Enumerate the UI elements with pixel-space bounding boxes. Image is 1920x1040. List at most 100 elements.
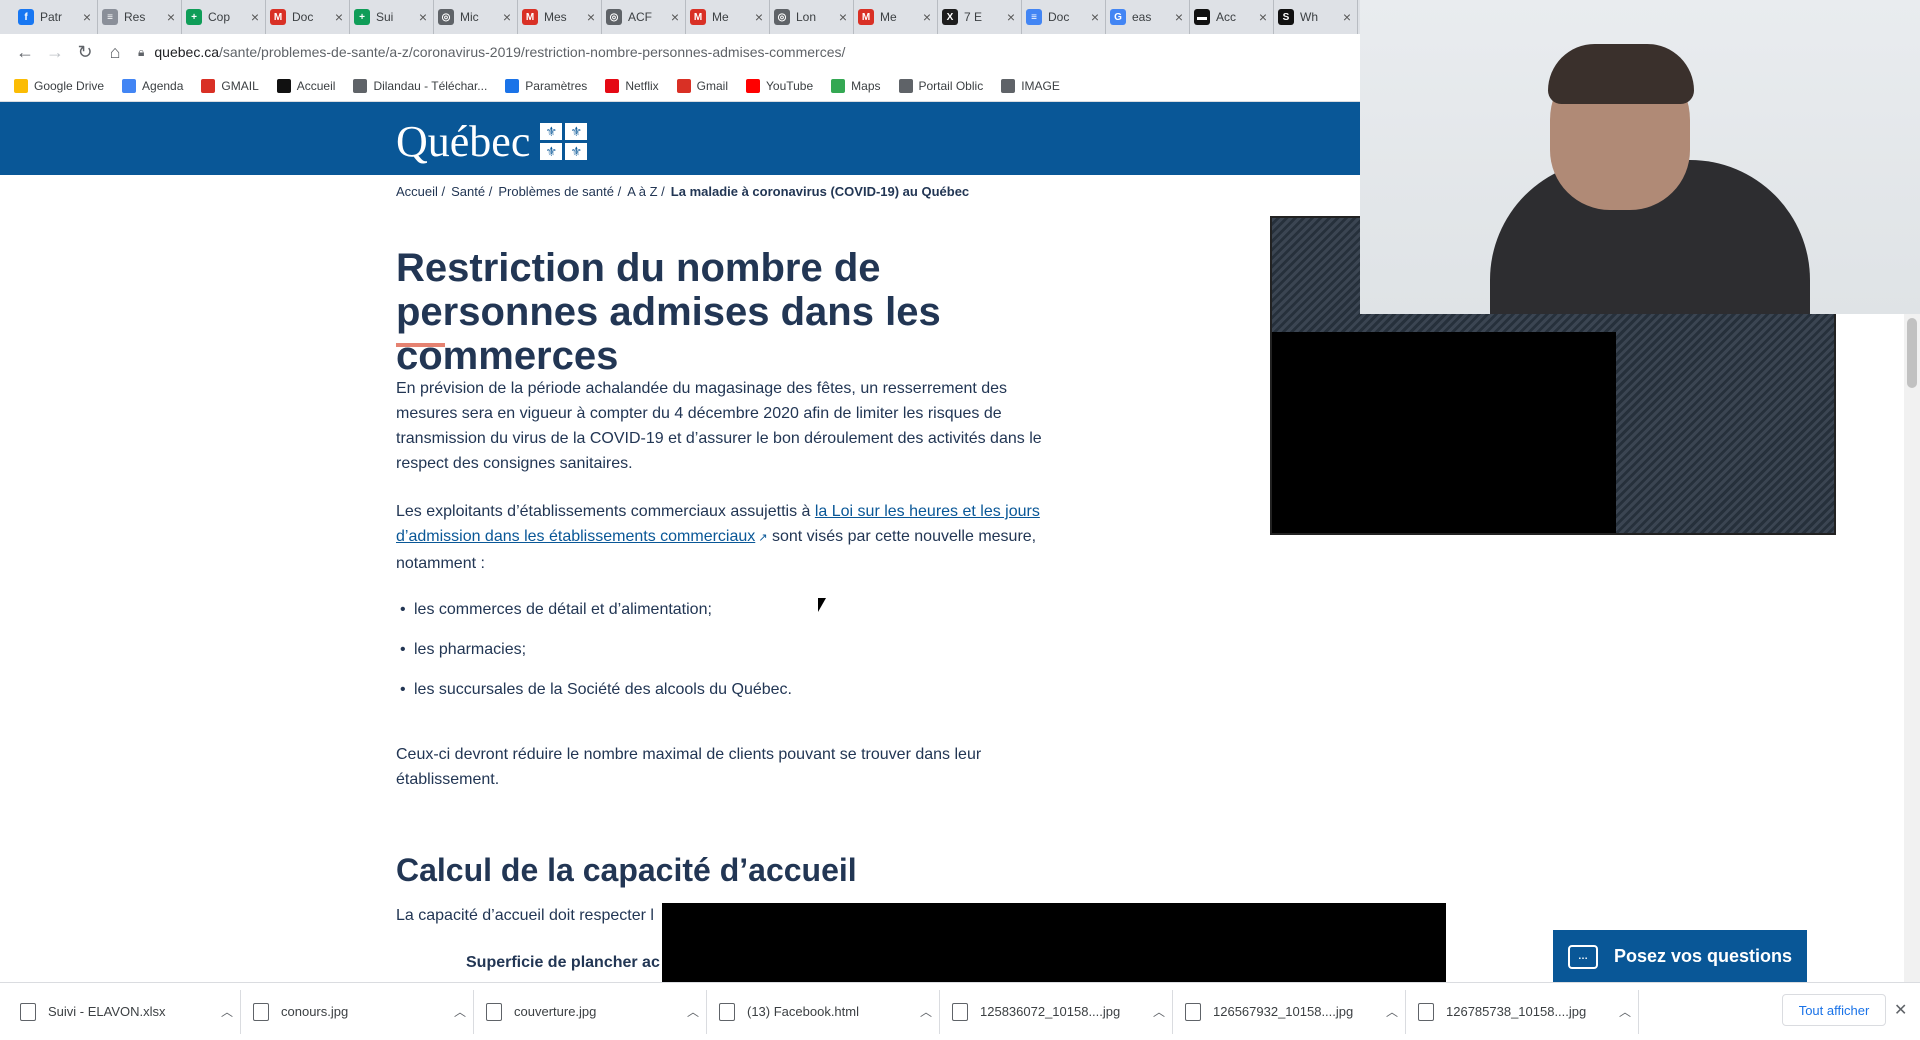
download-item[interactable]: Suivi - ELAVON.xlsx ︿ [8,989,241,1034]
tab-label: 7 E [964,10,983,24]
tab-label: Lon [796,10,817,24]
bookmark-item[interactable]: Gmail [676,78,728,93]
reload-icon[interactable]: ↻ [70,37,100,67]
mouse-cursor-icon [818,598,826,612]
browser-tab[interactable]: M Doc × [266,0,350,34]
tab-close-icon[interactable]: × [1091,9,1099,25]
bookmark-label: Gmail [696,78,728,93]
download-item[interactable]: 125836072_10158....jpg ︿ [940,989,1173,1034]
chevron-up-icon[interactable]: ︿ [1379,1003,1405,1020]
tab-close-icon[interactable]: × [587,9,595,25]
list-item: les pharmacies; [400,641,526,659]
bookmark-item[interactable]: IMAGE [1001,78,1060,93]
browser-tab[interactable]: ≡ Res × [98,0,182,34]
x-icon: X [942,9,958,25]
download-item[interactable]: (13) Facebook.html ︿ [707,989,940,1034]
bookmark-item[interactable]: Dilandau - Téléchar... [353,78,487,93]
browser-tab[interactable]: M Mes × [518,0,602,34]
browser-tab[interactable]: ≡ Doc × [1022,0,1106,34]
breadcrumb-a-z[interactable]: A à Z / [627,184,665,199]
browser-tab[interactable]: S Wh × [1274,0,1358,34]
bookmark-item[interactable]: Paramètres [505,78,587,93]
tab-close-icon[interactable]: × [923,9,931,25]
browser-tab[interactable]: M Me × [686,0,770,34]
chevron-up-icon[interactable]: ︿ [1146,1003,1172,1020]
browser-tab[interactable]: ◎ Mic × [434,0,518,34]
google-icon: G [1110,9,1126,25]
tab-label: Me [880,10,897,24]
chevron-up-icon[interactable]: ︿ [447,1003,473,1020]
gmail-icon: M [522,9,538,25]
tab-close-icon[interactable]: × [251,9,259,25]
browser-tab[interactable]: M Me × [854,0,938,34]
chevron-up-icon[interactable]: ︿ [1612,1003,1638,1020]
bookmark-item[interactable]: Google Drive [14,78,104,93]
chevron-up-icon[interactable]: ︿ [214,1003,240,1020]
browser-tab[interactable]: ▬ Acc × [1190,0,1274,34]
tab-label: Mes [544,10,567,24]
download-name: 125836072_10158....jpg [980,1004,1121,1019]
address-bar[interactable]: 🔒︎ quebec.ca/sante/problemes-de-sante/a-… [138,38,1360,66]
browser-tab[interactable]: ◎ Lon × [770,0,854,34]
bookmark-item[interactable]: YouTube [746,78,813,93]
chrome-file-icon [719,1002,735,1021]
download-item[interactable]: 126567932_10158....jpg ︿ [1173,989,1406,1034]
tab-close-icon[interactable]: × [83,9,91,25]
bookmark-item[interactable]: Agenda [122,78,183,93]
breadcrumb-sante[interactable]: Santé / [451,184,492,199]
browser-tab[interactable]: + Sui × [350,0,434,34]
home-icon[interactable]: ⌂ [100,37,130,67]
scrollbar-thumb[interactable] [1907,318,1917,388]
fleur-de-lis-icon: ⚜ ⚜ ⚜ ⚜ [540,123,588,160]
calendar-icon [122,78,137,93]
page-scrollbar[interactable] [1904,314,1920,982]
back-icon[interactable]: ← [10,37,40,67]
browser-tab[interactable]: X 7 E × [938,0,1022,34]
ask-questions-button[interactable]: … Posez vos questions [1553,930,1807,983]
download-name: Suivi - ELAVON.xlsx [48,1004,166,1019]
url-domain: quebec.ca [154,44,219,60]
breadcrumb-problemes[interactable]: Problèmes de santé / [498,184,621,199]
facebook-icon: f [18,9,34,25]
forward-icon[interactable]: → [40,37,70,67]
gear-icon [505,78,520,93]
section-heading-capacite: Calcul de la capacité d’accueil [396,852,857,888]
browser-tab[interactable]: Geas × [1106,0,1190,34]
close-icon[interactable]: ✕ [1894,1000,1907,1020]
show-all-downloads-button[interactable]: Tout afficher [1782,994,1886,1026]
bookmark-item[interactable]: GMAIL [201,78,259,93]
download-item[interactable]: couverture.jpg ︿ [474,989,707,1034]
tab-close-icon[interactable]: × [839,9,847,25]
gmail-icon: M [858,9,874,25]
tab-close-icon[interactable]: × [1259,9,1267,25]
chevron-up-icon[interactable]: ︿ [913,1003,939,1020]
tab-close-icon[interactable]: × [419,9,427,25]
browser-tab[interactable]: f Patr × [14,0,98,34]
bookmark-item[interactable]: Portail Oblic [898,78,983,93]
bookmark-label: IMAGE [1021,78,1060,93]
sheets-icon: + [186,9,202,25]
browser-tab[interactable]: ◎ ACF × [602,0,686,34]
bookmark-item[interactable]: Netflix [605,78,659,93]
download-item[interactable]: conours.jpg ︿ [241,989,474,1034]
image-file-icon [486,1002,502,1021]
tab-strip: f Patr × ≡ Res × + Cop × M Doc × + Sui × ◎ Mic × M Mes × ◎ ACF… [0,0,1360,34]
chevron-up-icon[interactable]: ︿ [680,1003,706,1020]
tab-close-icon[interactable]: × [1343,9,1351,25]
tab-close-icon[interactable]: × [671,9,679,25]
tab-close-icon[interactable]: × [1007,9,1015,25]
tab-close-icon[interactable]: × [167,9,175,25]
bookmark-item[interactable]: Accueil [276,78,335,93]
download-item[interactable]: 126785738_10158....jpg ︿ [1406,989,1639,1034]
bookmark-item[interactable]: Maps [831,78,881,93]
tab-close-icon[interactable]: × [335,9,343,25]
tab-close-icon[interactable]: × [503,9,511,25]
globe-icon: ◎ [774,9,790,25]
breadcrumb: Accueil / Santé / Problèmes de santé / A… [396,184,975,199]
quebec-logo[interactable]: Québec ⚜ ⚜ ⚜ ⚜ [396,116,588,167]
browser-tab[interactable]: + Cop × [182,0,266,34]
breadcrumb-accueil[interactable]: Accueil / [396,184,445,199]
tab-close-icon[interactable]: × [755,9,763,25]
tab-close-icon[interactable]: × [1175,9,1183,25]
download-shelf: Suivi - ELAVON.xlsx ︿ conours.jpg ︿ couvertu… [0,982,1920,1040]
